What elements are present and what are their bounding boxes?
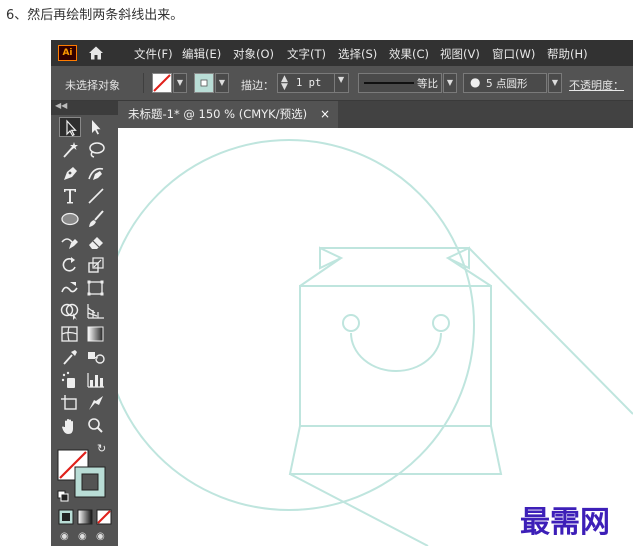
menu-edit[interactable]: 编辑(E) bbox=[182, 46, 221, 62]
color-mode-icon[interactable] bbox=[58, 509, 74, 525]
artboard-tool-icon[interactable] bbox=[59, 393, 81, 413]
menu-bar: Ai 文件(F) 编辑(E) 对象(O) 文字(T) 选择(S) 效果(C) 视… bbox=[51, 40, 633, 66]
perspective-grid-tool-icon[interactable] bbox=[85, 301, 107, 321]
bag-right-eye-shape bbox=[432, 314, 450, 332]
direct-selection-tool-icon[interactable] bbox=[85, 117, 107, 137]
home-icon[interactable] bbox=[87, 44, 105, 62]
eraser-tool-icon[interactable] bbox=[85, 232, 107, 252]
artboard-canvas[interactable] bbox=[118, 128, 633, 546]
draw-normal-icon[interactable]: ◉ bbox=[60, 531, 69, 542]
gradient-mode-icon[interactable] bbox=[77, 509, 93, 525]
mesh-tool-icon[interactable] bbox=[59, 324, 81, 344]
ai-logo: Ai bbox=[58, 45, 77, 61]
blend-tool-icon[interactable] bbox=[85, 347, 107, 367]
collapse-panel-icon[interactable]: ◀◀ bbox=[55, 101, 67, 110]
none-mode-icon[interactable] bbox=[96, 509, 112, 525]
pen-tool-icon[interactable] bbox=[59, 163, 81, 183]
profile-dropdown[interactable]: ▼ bbox=[443, 73, 457, 93]
menu-window[interactable]: 窗口(W) bbox=[492, 46, 535, 62]
default-fill-stroke-icon[interactable] bbox=[57, 490, 69, 502]
free-transform-tool-icon[interactable] bbox=[85, 278, 107, 298]
line-tool-icon[interactable] bbox=[85, 186, 107, 206]
draw-inside-icon[interactable]: ◉ bbox=[96, 531, 105, 542]
brush-label: 5 点圆形 bbox=[486, 78, 528, 90]
diagonal-line-bottom bbox=[289, 473, 429, 546]
shaper-tool-icon[interactable] bbox=[59, 232, 81, 252]
menu-file[interactable]: 文件(F) bbox=[134, 46, 173, 62]
column-graph-tool-icon[interactable] bbox=[85, 370, 107, 390]
warp-tool-icon[interactable] bbox=[59, 278, 81, 298]
symbol-sprayer-tool-icon[interactable] bbox=[59, 370, 81, 390]
menu-help[interactable]: 帮助(H) bbox=[547, 46, 588, 62]
brush-dropdown[interactable]: ▼ bbox=[548, 73, 562, 93]
control-bar: 未选择对象 ▼ ▼ 描边： ▲ ▼ 1 pt ▼ 等比 ▼ ● 5 点圆形 ▼ … bbox=[51, 66, 633, 101]
draw-behind-icon[interactable]: ◉ bbox=[78, 531, 87, 542]
menu-select[interactable]: 选择(S) bbox=[338, 46, 377, 62]
menu-type[interactable]: 文字(T) bbox=[287, 46, 326, 62]
control-separator bbox=[143, 73, 144, 93]
brush-dot-icon: ● bbox=[470, 75, 481, 89]
selection-tool-icon[interactable] bbox=[59, 117, 81, 137]
illustrator-window: Ai 文件(F) 编辑(E) 对象(O) 文字(T) 选择(S) 效果(C) 视… bbox=[51, 40, 633, 546]
hand-tool-icon[interactable] bbox=[59, 416, 81, 436]
close-tab-icon[interactable]: × bbox=[320, 101, 330, 128]
bag-smile-shape bbox=[350, 332, 442, 372]
paintbrush-tool-icon[interactable] bbox=[85, 209, 107, 229]
stroke-dropdown[interactable]: ▼ bbox=[215, 73, 229, 93]
ellipse-tool-icon[interactable] bbox=[59, 209, 81, 229]
fill-none-swatch[interactable] bbox=[152, 73, 172, 93]
menu-object[interactable]: 对象(O) bbox=[233, 46, 274, 62]
caption-text: 6、然后再绘制两条斜线出来。 bbox=[6, 8, 184, 23]
stroke-label[interactable]: 描边： bbox=[241, 77, 274, 93]
bag-left-eye-shape bbox=[342, 314, 360, 332]
brush-definition[interactable]: ● 5 点圆形 bbox=[463, 73, 547, 93]
opacity-label[interactable]: 不透明度： bbox=[569, 77, 624, 93]
diagonal-line-top bbox=[468, 247, 633, 415]
stroke-weight-field[interactable]: ▲ ▼ 1 pt ▼ bbox=[277, 73, 349, 93]
type-tool-icon[interactable] bbox=[59, 186, 81, 206]
bag-base-shape bbox=[288, 425, 503, 475]
zoom-tool-icon[interactable] bbox=[85, 416, 107, 436]
curvature-tool-icon[interactable] bbox=[85, 163, 107, 183]
outer-circle-shape bbox=[118, 139, 475, 511]
eyedropper-tool-icon[interactable] bbox=[59, 347, 81, 367]
watermark: 最需网 bbox=[520, 505, 610, 540]
rotate-tool-icon[interactable] bbox=[59, 255, 81, 275]
menu-view[interactable]: 视图(V) bbox=[440, 46, 480, 62]
document-tab[interactable]: 未标题-1* @ 150 % (CMYK/预选) × bbox=[118, 101, 338, 128]
stroke-weight-dropdown-icon[interactable]: ▼ bbox=[338, 75, 344, 84]
tools-panel: ↻ ◉ ◉ ◉ bbox=[51, 115, 118, 546]
fill-dropdown[interactable]: ▼ bbox=[173, 73, 187, 93]
gradient-tool-icon[interactable] bbox=[85, 324, 107, 344]
shape-builder-tool-icon[interactable] bbox=[59, 301, 81, 321]
lasso-tool-icon[interactable] bbox=[85, 140, 107, 160]
stepper-arrows-icon[interactable]: ▲ ▼ bbox=[281, 75, 288, 92]
document-tab-strip: 未标题-1* @ 150 % (CMYK/预选) × bbox=[118, 101, 633, 128]
selection-status: 未选择对象 bbox=[65, 79, 120, 92]
menu-effect[interactable]: 效果(C) bbox=[389, 46, 429, 62]
stroke-weight-value: 1 pt bbox=[296, 77, 322, 89]
profile-label: 等比 bbox=[417, 78, 438, 90]
bag-body-shape bbox=[299, 285, 492, 427]
tools-panel-header[interactable]: ◀◀ bbox=[51, 101, 118, 115]
scale-tool-icon[interactable] bbox=[85, 255, 107, 275]
stroke-color-swatch[interactable] bbox=[194, 73, 214, 93]
document-tab-title: 未标题-1* @ 150 % (CMYK/预选) bbox=[128, 107, 308, 121]
swap-fill-stroke-icon[interactable]: ↻ bbox=[97, 442, 106, 455]
profile-line-icon bbox=[364, 82, 414, 84]
slice-tool-icon[interactable] bbox=[85, 393, 107, 413]
variable-width-profile[interactable]: 等比 bbox=[358, 73, 442, 93]
magic-wand-tool-icon[interactable] bbox=[59, 140, 81, 160]
artwork bbox=[118, 139, 633, 546]
